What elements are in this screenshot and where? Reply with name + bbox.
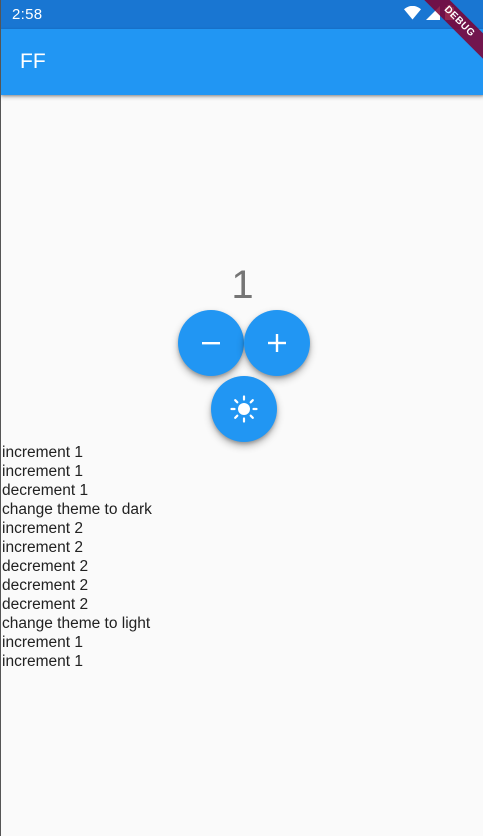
log-entry: change theme to dark bbox=[2, 501, 152, 518]
log-entry: increment 1 bbox=[2, 463, 83, 480]
status-bar: 2:58 bbox=[1, 0, 483, 29]
action-log: increment 1 increment 1 decrement 1 chan… bbox=[2, 443, 152, 671]
log-entry: decrement 2 bbox=[2, 596, 89, 613]
log-entry: decrement 2 bbox=[2, 558, 89, 575]
log-entry: increment 2 bbox=[2, 539, 83, 556]
log-entry: change theme to light bbox=[2, 615, 151, 632]
wifi-icon bbox=[404, 5, 421, 25]
status-time: 2:58 bbox=[12, 6, 43, 23]
app-title: FF bbox=[20, 50, 46, 73]
log-entry: increment 1 bbox=[2, 634, 83, 651]
app-screen: 2:58 DEBUG FF 1 increment 1 increment 1 … bbox=[0, 0, 483, 836]
toggle-theme-button[interactable] bbox=[211, 376, 277, 442]
log-entry: decrement 2 bbox=[2, 577, 89, 594]
minus-icon bbox=[201, 333, 221, 353]
increment-button[interactable] bbox=[244, 310, 310, 376]
log-entry: decrement 1 bbox=[2, 482, 89, 499]
decrement-button[interactable] bbox=[178, 310, 244, 376]
sun-icon bbox=[230, 395, 258, 423]
counter-value: 1 bbox=[231, 263, 254, 307]
log-entry: increment 2 bbox=[2, 520, 83, 537]
app-bar: FF bbox=[1, 29, 483, 95]
log-entry: increment 1 bbox=[2, 444, 83, 461]
plus-icon bbox=[267, 333, 287, 353]
log-entry: increment 1 bbox=[2, 653, 83, 670]
